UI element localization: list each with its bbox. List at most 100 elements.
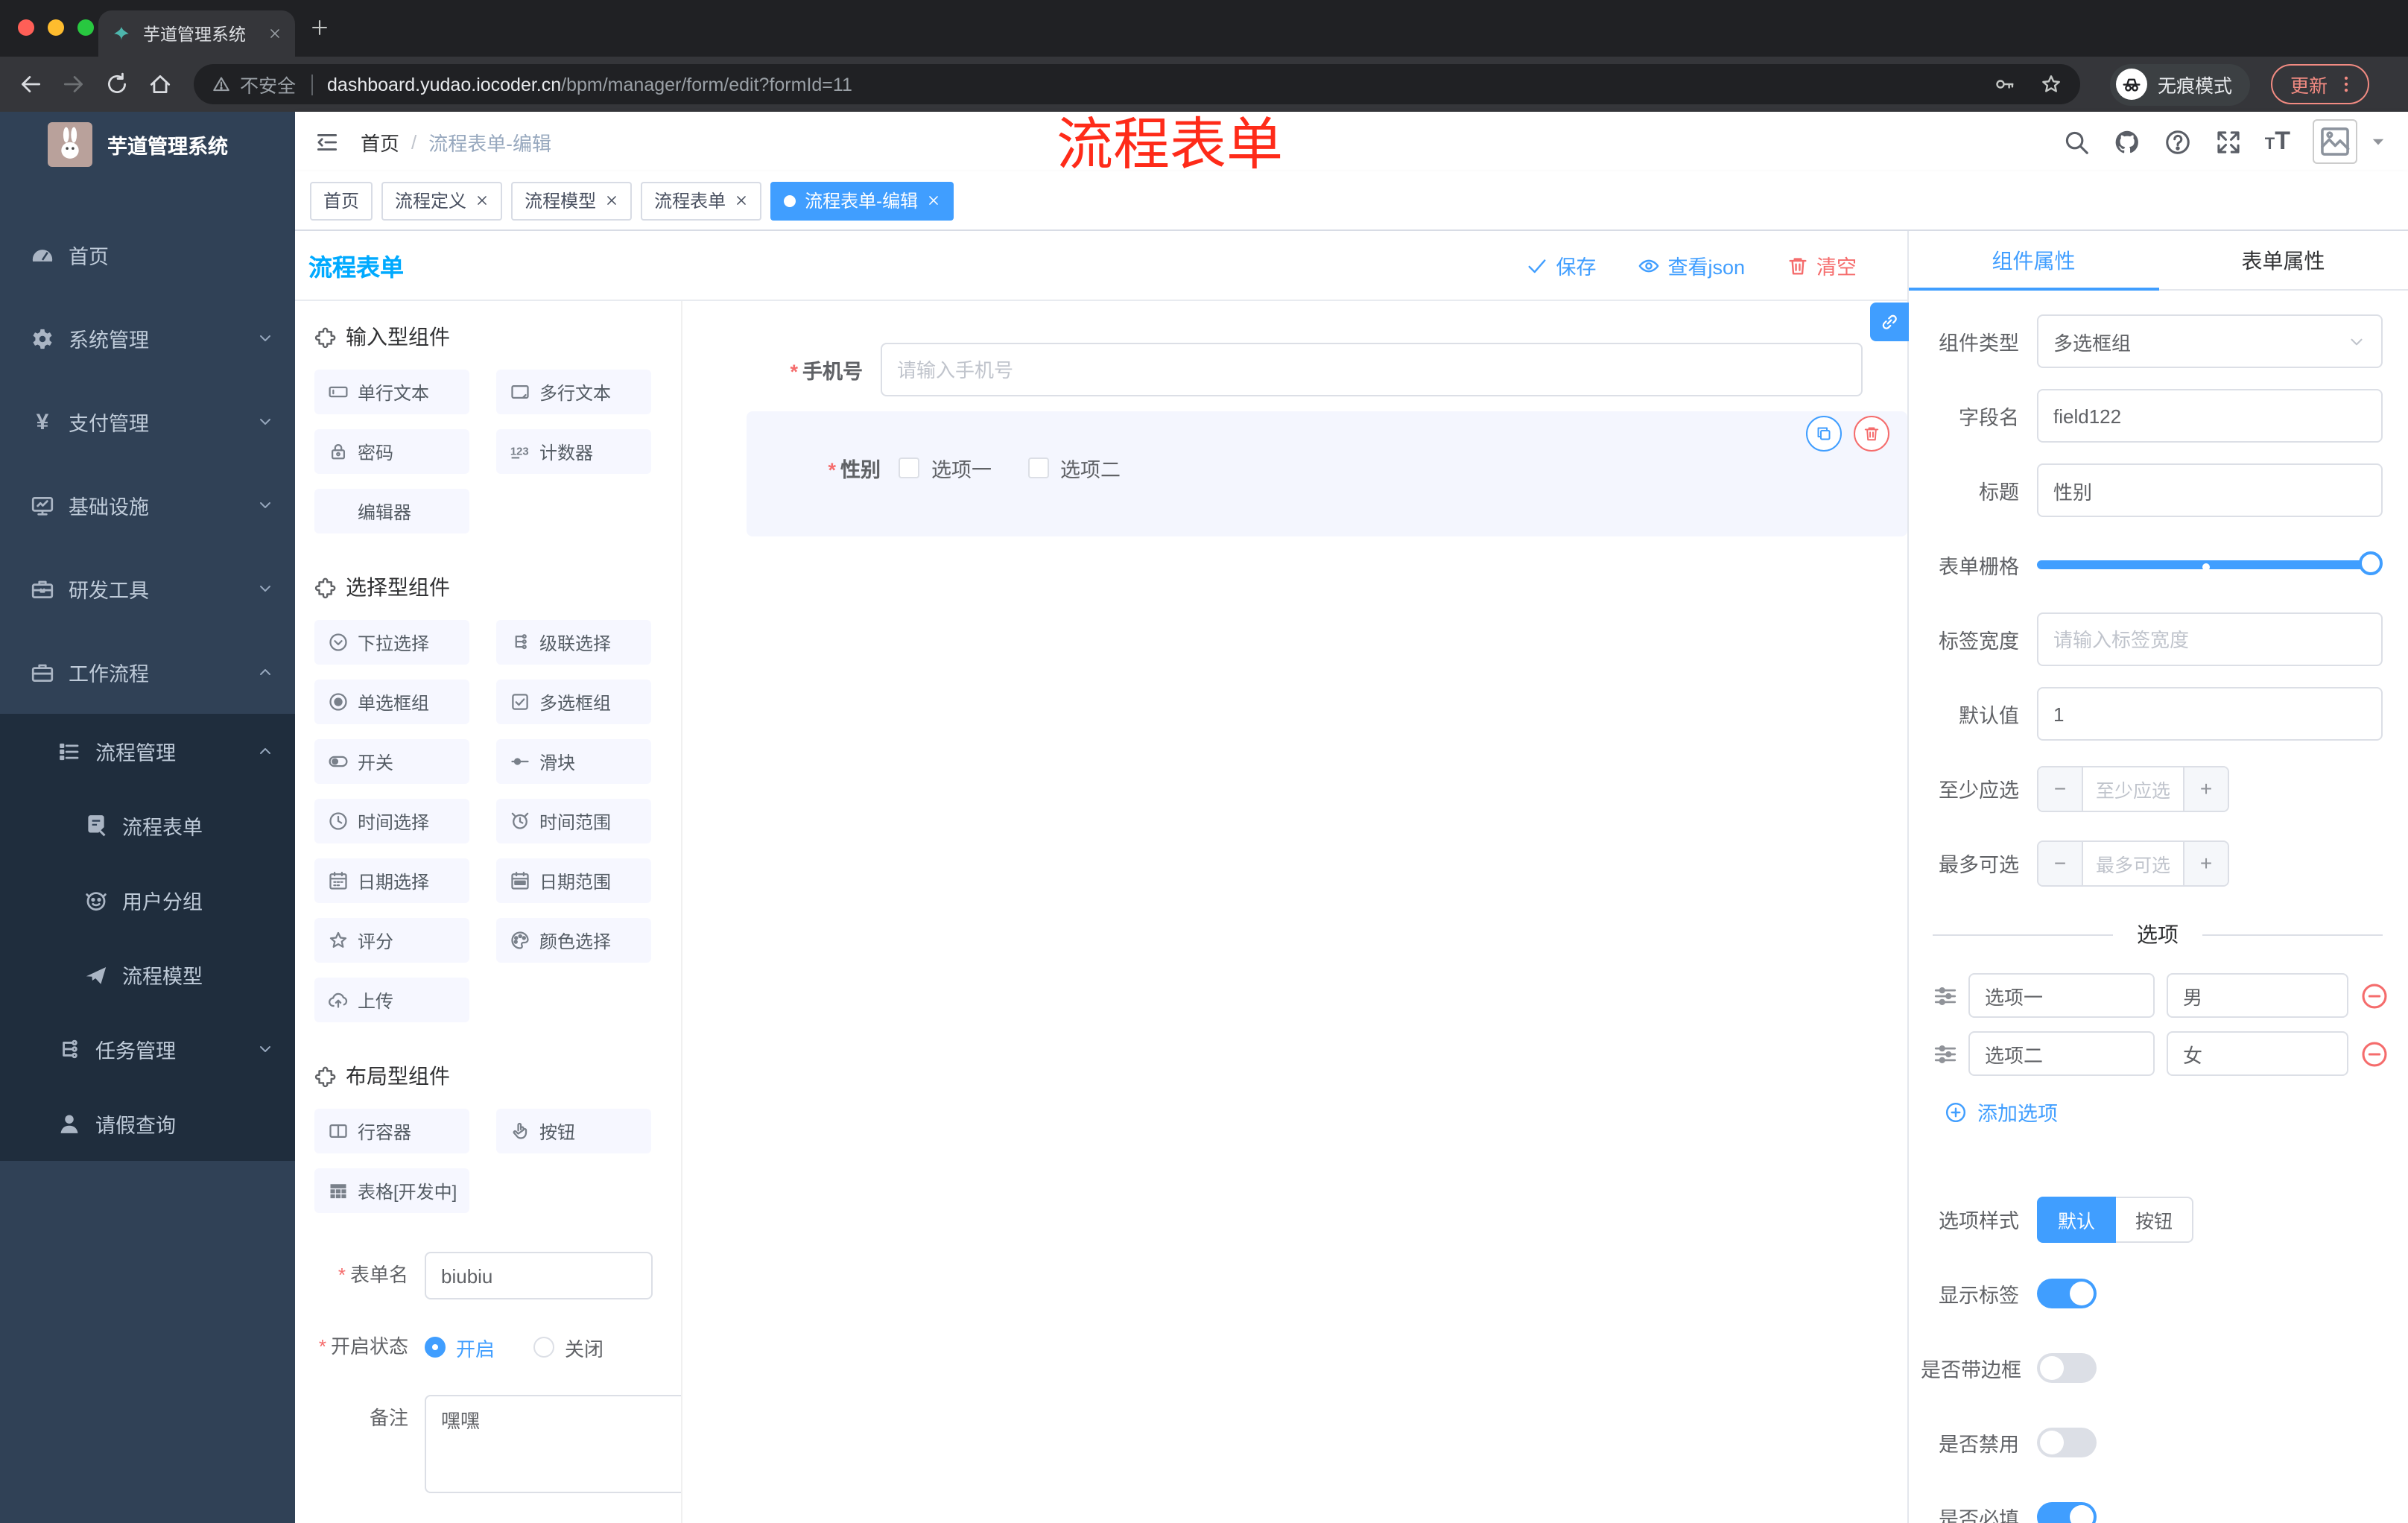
forward-button[interactable] — [61, 72, 86, 97]
form-grid-slider[interactable] — [2037, 538, 2383, 592]
palette-item-date-range[interactable]: 日期范围 — [496, 858, 651, 903]
palette-item-upload[interactable]: 上传 — [314, 978, 469, 1022]
stepper-minus-button[interactable]: − — [2038, 767, 2083, 810]
avatar[interactable] — [2313, 119, 2357, 164]
browser-menu-icon[interactable] — [2336, 75, 2356, 94]
sidebar-item-system[interactable]: 系统管理 — [0, 297, 295, 380]
sidebar-item-devtools[interactable]: 研发工具 — [0, 547, 295, 630]
label-width-input[interactable] — [2037, 612, 2383, 666]
tab-form-props[interactable]: 表单属性 — [2158, 231, 2408, 289]
clear-button[interactable]: 清空 — [1787, 250, 1857, 280]
palette-item-password[interactable]: 密码 — [314, 429, 469, 474]
sidebar-item-process-model[interactable]: 流程模型 — [0, 937, 295, 1012]
tag-process-form-edit[interactable]: 流程表单-编辑 — [770, 181, 954, 220]
palette-item-row-container[interactable]: 行容器 — [314, 1109, 469, 1153]
min-select-stepper[interactable]: − 至少应选 + — [2037, 765, 2229, 811]
palette-item-checkbox-group[interactable]: 多选框组 — [496, 680, 651, 724]
tag-process-definition[interactable]: 流程定义 — [381, 181, 503, 220]
link-tag-button[interactable] — [1870, 303, 1909, 341]
palette-item-radio-group[interactable]: 单选框组 — [314, 680, 469, 724]
remove-option-icon[interactable] — [2360, 1039, 2389, 1068]
stepper-plus-button[interactable]: + — [2183, 767, 2228, 810]
sidebar-item-task-management[interactable]: 任务管理 — [0, 1012, 295, 1086]
max-select-stepper[interactable]: − 最多可选 + — [2037, 840, 2229, 886]
sidebar-item-workflow[interactable]: 工作流程 — [0, 630, 295, 714]
gender-checkbox-option1[interactable]: 选项一 — [899, 453, 992, 483]
tab-close-icon[interactable] — [268, 27, 282, 40]
sidebar-item-home[interactable]: 首页 — [0, 213, 295, 297]
tag-process-model[interactable]: 流程模型 — [511, 181, 633, 220]
window-close-button[interactable] — [18, 19, 34, 36]
option2-value-input[interactable] — [2167, 1031, 2348, 1076]
palette-item-rate[interactable]: 评分 — [314, 918, 469, 963]
new-tab-button[interactable] — [310, 18, 329, 37]
tag-close-icon[interactable] — [475, 194, 489, 207]
canvas-field-phone[interactable]: 手机号 — [729, 343, 1863, 396]
avatar-caret-icon[interactable] — [2369, 133, 2387, 151]
home-button[interactable] — [148, 72, 173, 97]
breadcrumb-home[interactable]: 首页 — [361, 127, 399, 156]
tab-component-props[interactable]: 组件属性 — [1909, 231, 2158, 291]
remove-option-icon[interactable] — [2360, 981, 2389, 1010]
back-button[interactable] — [18, 72, 43, 97]
stepper-minus-button[interactable]: − — [2038, 841, 2083, 884]
tag-close-icon[interactable] — [927, 194, 940, 207]
palette-item-switch[interactable]: 开关 — [314, 739, 469, 784]
tag-process-form[interactable]: 流程表单 — [641, 181, 762, 220]
palette-item-color-picker[interactable]: 颜色选择 — [496, 918, 651, 963]
copy-component-button[interactable] — [1806, 416, 1842, 452]
palette-item-date-picker[interactable]: 日期选择 — [314, 858, 469, 903]
bookmark-icon[interactable] — [2040, 73, 2062, 95]
style-button-button[interactable]: 按钮 — [2116, 1196, 2194, 1242]
component-type-select[interactable]: 多选框组 — [2037, 314, 2383, 368]
required-toggle[interactable] — [2037, 1502, 2097, 1523]
drag-handle-icon[interactable] — [1933, 1041, 1958, 1066]
option1-value-input[interactable] — [2167, 973, 2348, 1018]
palette-item-counter[interactable]: 123 计数器 — [496, 429, 651, 474]
canvas-field-gender-selected[interactable]: 性别 选项一 选项二 — [747, 411, 1907, 536]
border-toggle[interactable] — [2037, 1353, 2097, 1383]
disabled-toggle[interactable] — [2037, 1428, 2097, 1457]
phone-input[interactable] — [881, 343, 1863, 396]
palette-item-button[interactable]: 按钮 — [496, 1109, 651, 1153]
stepper-plus-button[interactable]: + — [2183, 841, 2228, 884]
palette-item-slider[interactable]: 滑块 — [496, 739, 651, 784]
tag-close-icon[interactable] — [605, 194, 618, 207]
sidebar-logo[interactable]: 芋道管理系统 — [0, 112, 295, 177]
tag-close-icon[interactable] — [735, 194, 748, 207]
status-radio-on[interactable]: 开启 — [425, 1333, 495, 1361]
add-option-button[interactable]: 添加选项 — [1945, 1097, 2383, 1127]
sidebar-item-process-form[interactable]: 流程表单 — [0, 788, 295, 863]
title-input[interactable] — [2037, 463, 2383, 517]
github-icon[interactable] — [2113, 127, 2141, 156]
default-value-input[interactable] — [2037, 687, 2383, 741]
insecure-warning-icon[interactable] — [212, 75, 231, 94]
sidebar-item-payment[interactable]: ¥ 支付管理 — [0, 380, 295, 463]
gender-checkbox-option2[interactable]: 选项二 — [1027, 453, 1121, 483]
palette-item-select[interactable]: 下拉选择 — [314, 620, 469, 665]
palette-item-cascader[interactable]: 级联选择 — [496, 620, 651, 665]
status-radio-off[interactable]: 关闭 — [533, 1333, 603, 1361]
help-icon[interactable] — [2164, 127, 2192, 156]
window-zoom-button[interactable] — [77, 19, 94, 36]
sidebar-item-leave-query[interactable]: 请假查询 — [0, 1086, 295, 1161]
address-bar[interactable]: 不安全 dashboard.yudao.iocoder.cn /bpm/mana… — [194, 64, 2080, 104]
slider-handle[interactable] — [2359, 551, 2383, 575]
password-manager-icon[interactable] — [1994, 73, 2016, 95]
palette-item-time-picker[interactable]: 时间选择 — [314, 799, 469, 843]
sidebar-item-process-management[interactable]: 流程管理 — [0, 714, 295, 788]
view-json-button[interactable]: 查看json — [1638, 250, 1745, 280]
save-button[interactable]: 保存 — [1526, 250, 1596, 280]
tag-home[interactable]: 首页 — [310, 181, 373, 220]
remark-textarea[interactable]: 嘿嘿 — [425, 1395, 681, 1493]
window-minimize-button[interactable] — [48, 19, 64, 36]
search-icon[interactable] — [2062, 127, 2091, 156]
delete-component-button[interactable] — [1854, 416, 1889, 452]
style-default-button[interactable]: 默认 — [2037, 1196, 2117, 1242]
field-name-input[interactable] — [2037, 389, 2383, 443]
palette-item-editor[interactable]: 编辑器 — [314, 489, 469, 533]
sidebar-item-infrastructure[interactable]: 基础设施 — [0, 463, 295, 547]
option2-label-input[interactable] — [1968, 1031, 2155, 1076]
palette-item-multi-text[interactable]: 多行文本 — [496, 370, 651, 414]
show-label-toggle[interactable] — [2037, 1279, 2097, 1308]
